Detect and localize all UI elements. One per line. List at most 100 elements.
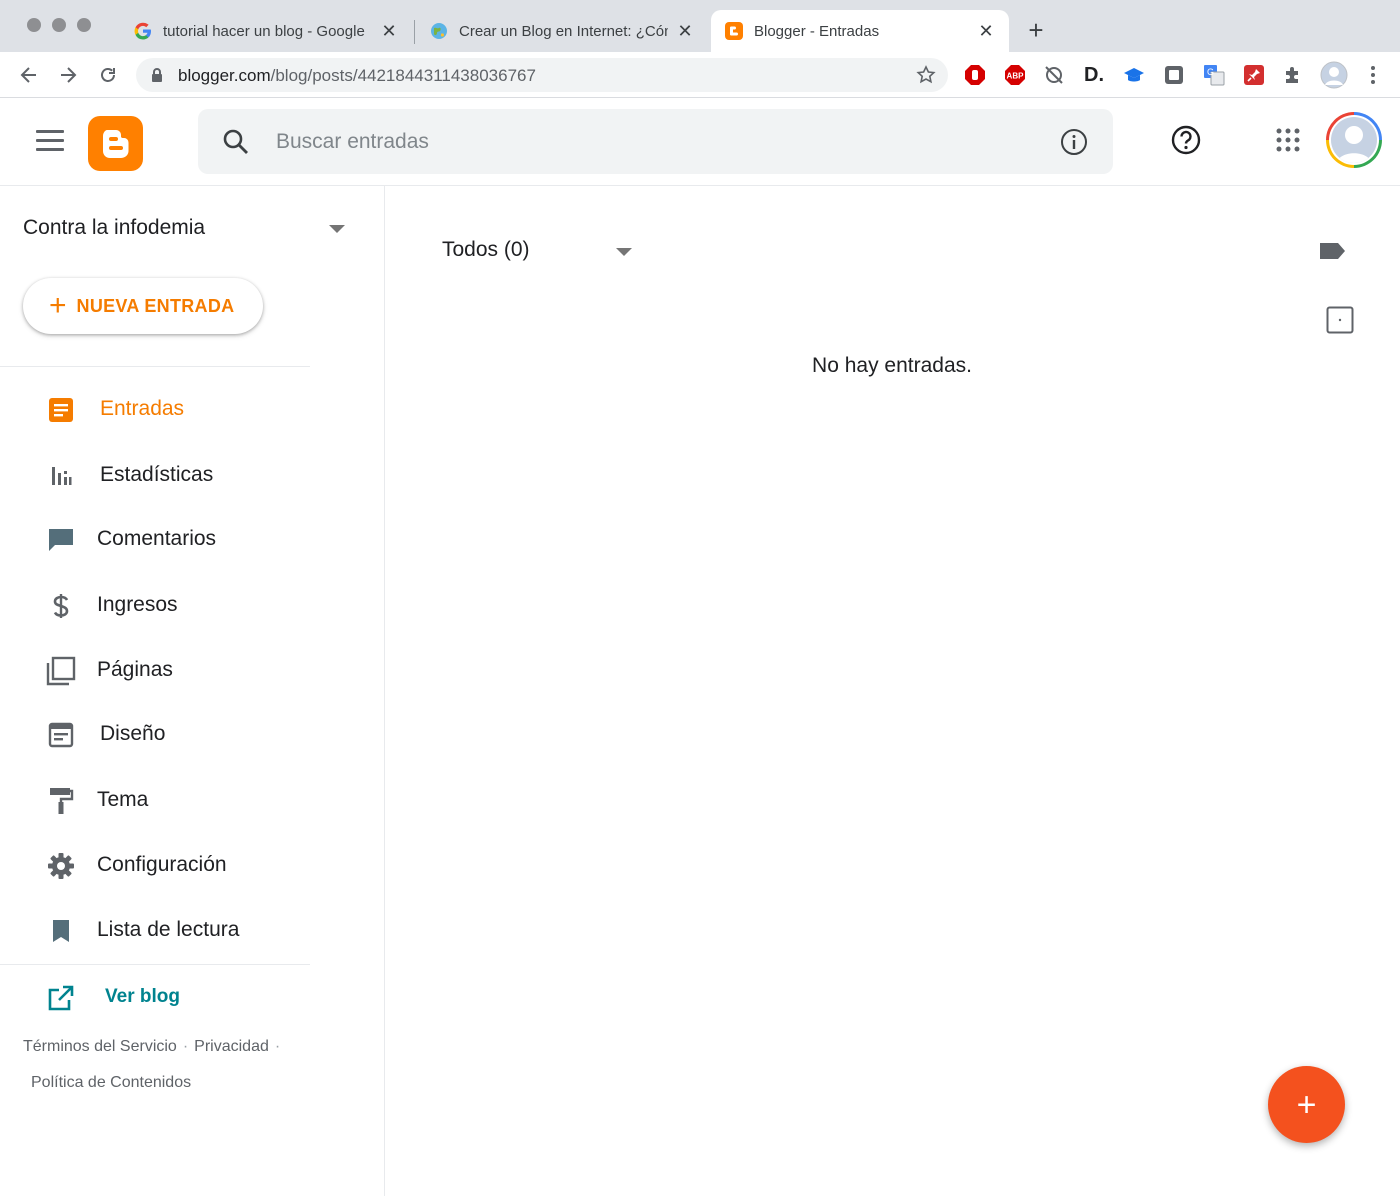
content-policy-link[interactable]: Política de Contenidos — [31, 1074, 191, 1091]
post-filter-dropdown[interactable]: Todos (0) — [442, 238, 632, 268]
stop-icon[interactable] — [964, 64, 986, 86]
search-bar — [198, 109, 1113, 174]
reload-icon — [101, 68, 115, 82]
apps-grid-icon[interactable] — [1276, 128, 1300, 152]
terms-link[interactable]: Términos del Servicio — [23, 1038, 177, 1055]
profile-icon[interactable] — [1320, 61, 1348, 89]
plus-icon: + — [49, 289, 67, 322]
arrow-right-icon — [61, 67, 77, 83]
select-checkbox-icon[interactable] — [1326, 306, 1354, 334]
blog-selector[interactable]: Contra la infodemia — [23, 216, 345, 246]
blogger-logo[interactable] — [88, 116, 143, 171]
screenshot-icon[interactable] — [1163, 64, 1185, 86]
tab-close-icon[interactable]: ✕ — [380, 21, 398, 42]
sidebar-item-estadisticas[interactable]: Estadísticas — [0, 449, 310, 501]
browser-tab-blogger[interactable]: Blogger - Entradas ✕ — [711, 10, 1009, 52]
footer-links: Términos del Servicio · Privacidad · — [23, 1038, 286, 1056]
pages-icon — [46, 656, 76, 686]
browser-tab-bar: tutorial hacer un blog - Google ✕ Crear … — [0, 0, 1400, 52]
tab-close-icon[interactable]: ✕ — [676, 21, 694, 42]
tab-title: Blogger - Entradas — [754, 22, 880, 40]
new-tab-button[interactable]: + — [1024, 16, 1048, 44]
sidebar-item-tema[interactable]: Tema — [0, 774, 310, 826]
tab-title: Crear un Blog en Internet: ¿Cóm — [459, 22, 668, 40]
sidebar-item-diseno[interactable]: Diseño — [0, 708, 310, 760]
view-blog-label: Ver blog — [105, 986, 180, 1007]
puzzle-icon[interactable] — [1282, 64, 1304, 86]
browser-tab-crear-blog[interactable]: Crear un Blog en Internet: ¿Cóm ✕ — [416, 10, 708, 52]
forward-button[interactable] — [53, 60, 83, 90]
sidebar-item-label: Comentarios — [97, 527, 217, 550]
sidebar-item-entradas[interactable]: Entradas — [0, 383, 310, 435]
hamburger-menu-icon[interactable] — [36, 130, 64, 152]
external-link-icon — [46, 983, 76, 1013]
tab-separator — [414, 20, 415, 44]
menu-dots-icon[interactable] — [1362, 64, 1384, 86]
globe-icon — [430, 22, 448, 40]
privacy-link[interactable]: Privacidad — [194, 1038, 269, 1055]
empty-state-message: No hay entradas. — [812, 354, 972, 377]
comments-icon — [46, 525, 76, 555]
window-zoom-button[interactable] — [77, 18, 91, 32]
footer-separator: · — [274, 1038, 281, 1055]
new-post-fab[interactable]: + — [1268, 1066, 1345, 1143]
sidebar-item-label: Estadísticas — [100, 463, 214, 486]
graduation-cap-icon[interactable] — [1123, 64, 1145, 86]
search-input[interactable] — [276, 125, 1036, 159]
address-bar[interactable]: blogger.com/blog/posts/44218443114380367… — [136, 58, 948, 92]
tab-close-icon[interactable]: ✕ — [977, 21, 995, 42]
dollar-icon — [46, 591, 76, 621]
sidebar-item-ingresos[interactable]: Ingresos — [0, 579, 310, 631]
new-post-label: NUEVA ENTRADA — [76, 295, 235, 316]
d-extension-label: D. — [1084, 63, 1104, 86]
sidebar-divider — [0, 964, 310, 965]
sidebar-item-label: Configuración — [97, 853, 227, 876]
window-close-button[interactable] — [27, 18, 41, 32]
main-content: Todos (0) No hay entradas. + — [386, 186, 1400, 1196]
new-post-button[interactable]: + NUEVA ENTRADA — [23, 278, 263, 334]
sidebar-item-paginas[interactable]: Páginas — [0, 644, 310, 696]
sidebar: Contra la infodemia + NUEVA ENTRADA Entr… — [0, 186, 385, 1196]
sidebar-item-configuracion[interactable]: Configuración — [0, 839, 310, 891]
dropdown-caret-icon — [616, 248, 632, 256]
dropdown-caret-icon — [329, 225, 345, 233]
search-icon[interactable] — [222, 128, 250, 156]
view-blog-link[interactable]: Ver blog — [0, 971, 310, 1023]
url-text: blogger.com/blog/posts/44218443114380367… — [178, 66, 536, 86]
app-header — [0, 98, 1400, 186]
label-tag-icon[interactable] — [1318, 241, 1346, 261]
sidebar-item-lista-de-lectura[interactable]: Lista de lectura — [0, 904, 310, 956]
reload-button[interactable] — [93, 60, 123, 90]
sidebar-item-label: Entradas — [100, 397, 185, 420]
sidebar-item-comentarios[interactable]: Comentarios — [0, 513, 310, 565]
footer-links-row2: Política de Contenidos — [31, 1074, 191, 1092]
blogger-icon — [102, 129, 128, 158]
info-icon[interactable] — [1059, 127, 1089, 157]
account-avatar[interactable] — [1326, 112, 1382, 168]
sidebar-item-label: Lista de lectura — [97, 918, 240, 941]
back-button[interactable] — [14, 60, 44, 90]
browser-tab-google[interactable]: tutorial hacer un blog - Google ✕ — [120, 10, 412, 52]
lock-icon — [152, 68, 162, 82]
url-host: blogger.com — [178, 66, 271, 85]
plus-icon: + — [1296, 1085, 1317, 1124]
adblock-icon[interactable]: ABP — [1004, 64, 1026, 86]
gear-icon — [46, 851, 76, 881]
posts-icon — [46, 395, 76, 425]
window-minimize-button[interactable] — [52, 18, 66, 32]
stats-icon — [46, 461, 76, 491]
d-extension-icon[interactable]: D. — [1083, 64, 1105, 86]
bookmark-icon — [46, 916, 76, 946]
google-icon — [134, 22, 152, 40]
sidebar-item-label: Ingresos — [97, 593, 178, 616]
no-tracking-icon[interactable] — [1043, 64, 1065, 86]
footer-separator: · — [182, 1038, 189, 1055]
browser-toolbar: blogger.com/blog/posts/44218443114380367… — [0, 52, 1400, 98]
translate-icon[interactable]: G — [1203, 64, 1225, 86]
sidebar-divider — [0, 366, 310, 367]
bookmark-star-icon[interactable] — [916, 65, 936, 85]
blog-name: Contra la infodemia — [23, 216, 206, 239]
svg-text:G: G — [1207, 67, 1214, 77]
help-icon[interactable] — [1170, 124, 1202, 156]
pin-icon[interactable] — [1243, 64, 1265, 86]
